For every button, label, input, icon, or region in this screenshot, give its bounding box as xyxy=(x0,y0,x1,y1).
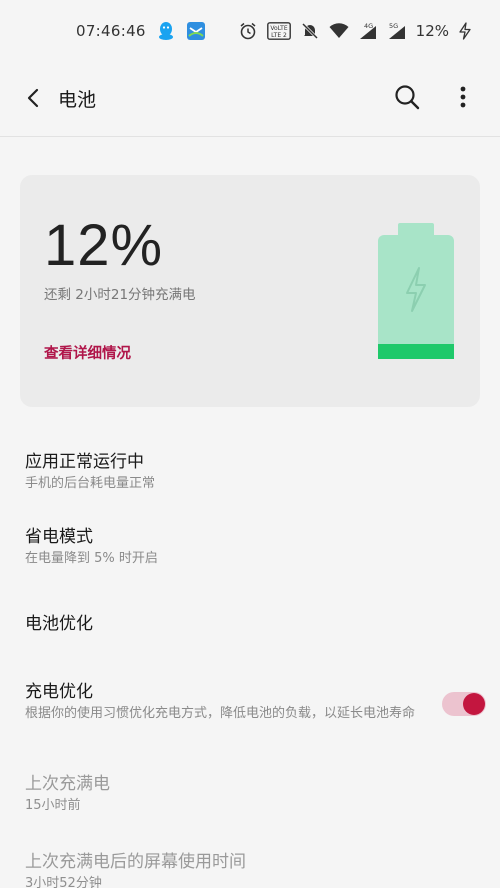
header-divider xyxy=(0,136,500,137)
charging-optimization-subtitle: 根据你的使用习惯优化充电方式，降低电池的负载，以延长电池寿命 xyxy=(25,706,416,721)
charging-optimization-item[interactable]: 充电优化 根据你的使用习惯优化充电方式，降低电池的负载，以延长电池寿命 xyxy=(25,680,420,724)
mail-app-icon xyxy=(186,21,206,41)
page-title: 电池 xyxy=(58,89,97,111)
svg-text:LTE 2: LTE 2 xyxy=(271,32,287,39)
status-time: 07:46:46 xyxy=(76,22,146,40)
last-full-charge-subtitle: 15小时前 xyxy=(25,798,81,813)
last-full-charge-item: 上次充满电 15小时前 xyxy=(25,772,465,816)
more-vertical-icon xyxy=(460,86,466,108)
charge-remaining-text: 还剩 2小时21分钟充满电 xyxy=(44,287,196,303)
power-saving-mode-title: 省电模式 xyxy=(25,527,93,547)
view-details-link[interactable]: 查看详细情况 xyxy=(44,342,131,363)
battery-settings-screen: 07:46:46 VoLTE LTE 2 4G 5G 12% 电池 12% 还剩… xyxy=(0,0,500,888)
charging-optimization-title: 充电优化 xyxy=(25,682,93,702)
signal-5g-icon: 5G xyxy=(387,21,407,41)
status-bar-right: VoLTE LTE 2 4G 5G 12% xyxy=(238,21,472,41)
search-button[interactable] xyxy=(392,82,422,112)
svg-text:VoLTE: VoLTE xyxy=(270,25,287,32)
qq-icon xyxy=(156,21,176,41)
app-status-item[interactable]: 应用正常运行中 手机的后台耗电量正常 xyxy=(25,450,465,494)
alarm-icon xyxy=(238,21,258,41)
charging-optimization-toggle[interactable] xyxy=(442,692,486,716)
status-bar-left: 07:46:46 xyxy=(76,21,206,41)
power-saving-mode-subtitle: 在电量降到 5% 时开启 xyxy=(25,551,158,566)
power-saving-mode-item[interactable]: 省电模式 在电量降到 5% 时开启 xyxy=(25,525,465,569)
chevron-left-icon xyxy=(27,88,39,108)
toggle-knob xyxy=(463,693,485,715)
app-status-title: 应用正常运行中 xyxy=(25,452,144,472)
search-icon xyxy=(395,85,420,110)
battery-graphic-icon xyxy=(378,223,454,359)
last-full-charge-title: 上次充满电 xyxy=(25,774,110,794)
wifi-icon xyxy=(329,21,349,41)
back-button[interactable] xyxy=(20,84,48,112)
battery-status-card: 12% 还剩 2小时21分钟充满电 查看详细情况 xyxy=(20,175,480,407)
svg-text:4G: 4G xyxy=(364,22,373,30)
status-bar: 07:46:46 VoLTE LTE 2 4G 5G 12% xyxy=(0,0,500,62)
battery-optimization-title: 电池优化 xyxy=(25,614,93,634)
screen-time-title: 上次充满电后的屏幕使用时间 xyxy=(25,852,246,872)
svg-text:5G: 5G xyxy=(389,22,398,30)
app-status-subtitle: 手机的后台耗电量正常 xyxy=(25,476,156,491)
charging-bolt-icon xyxy=(458,21,472,41)
battery-optimization-item[interactable]: 电池优化 xyxy=(25,612,465,636)
mute-icon xyxy=(300,21,320,41)
volte-icon: VoLTE LTE 2 xyxy=(266,21,291,41)
battery-level: 12% xyxy=(44,213,164,278)
signal-4g-icon: 4G xyxy=(358,21,378,41)
screen-time-item: 上次充满电后的屏幕使用时间 3小时52分钟 xyxy=(25,850,465,888)
status-battery-percent: 12% xyxy=(415,22,449,40)
app-bar: 电池 xyxy=(0,70,500,126)
screen-time-subtitle: 3小时52分钟 xyxy=(25,876,102,888)
more-options-button[interactable] xyxy=(449,82,477,112)
